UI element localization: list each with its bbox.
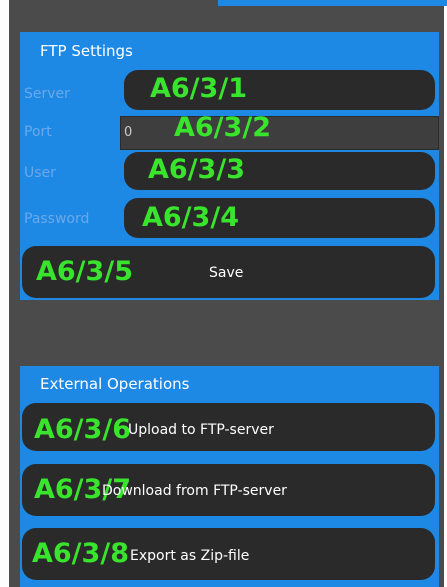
port-input[interactable]: 0 (120, 116, 439, 150)
user-label: User (24, 165, 56, 181)
ftp-settings-panel: FTP Settings Server A6/3/1 Port 0 A6/3/2… (20, 32, 439, 300)
server-tag: A6/3/1 (150, 73, 247, 104)
export-button-label: Export as Zip-file (130, 548, 250, 564)
password-label: Password (24, 211, 90, 227)
left-margin (0, 0, 9, 587)
save-tag: A6/3/5 (36, 256, 133, 287)
save-button-label: Save (209, 265, 244, 281)
ftp-settings-title: FTP Settings (40, 42, 133, 60)
port-tag: A6/3/2 (174, 112, 271, 143)
download-button-label: Download from FTP-server (102, 483, 287, 499)
port-label: Port (24, 124, 52, 140)
external-operations-title: External Operations (40, 375, 190, 393)
upload-tag: A6/3/6 (34, 414, 131, 445)
export-tag: A6/3/8 (32, 538, 129, 569)
upload-button-label: Upload to FTP-server (128, 422, 274, 438)
top-accent-bar (218, 0, 447, 6)
password-tag: A6/3/4 (142, 202, 239, 233)
external-operations-panel: External Operations A6/3/6 Upload to FTP… (20, 366, 439, 587)
server-label: Server (24, 86, 70, 102)
user-tag: A6/3/3 (148, 154, 245, 185)
